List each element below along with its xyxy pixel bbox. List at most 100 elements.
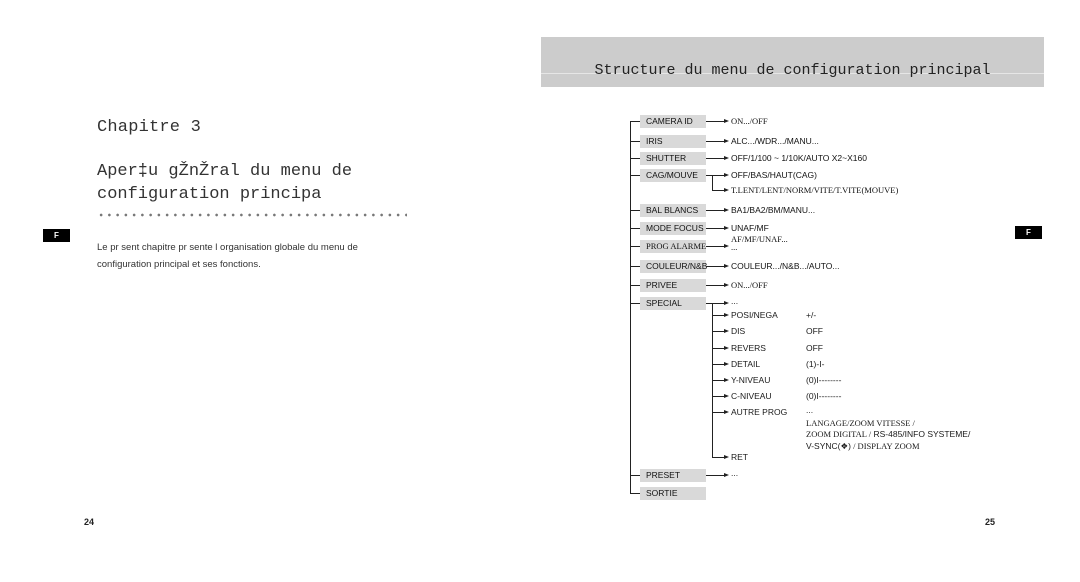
submenu-item-y-niveau: Y-NIVEAU	[731, 375, 771, 385]
menu-value-prog-alarme: AF/MF/UNAF...	[731, 234, 788, 244]
menu-item-couleur-nb: COULEUR/N&B	[640, 260, 707, 273]
arrow-icon	[724, 264, 729, 268]
arrow-icon	[724, 208, 729, 212]
submenu-value-y-niveau: (0)I--------	[806, 375, 842, 385]
autre-prog-details-line3: V-SYNC(❖) / DISPLAY ZOOM	[806, 441, 920, 452]
menu-item-sortie: SORTIE	[640, 487, 706, 500]
autre-prog-line3-part1: V-SYNC(❖)	[806, 441, 851, 451]
chapter-subtitle-line1: Aper‡u gŽnŽral du menu de	[97, 162, 353, 181]
arrow-icon	[724, 455, 729, 459]
submenu-item-autre-prog: AUTRE PROG	[731, 407, 788, 417]
submenu-item-c-niveau: C-NIVEAU	[731, 391, 772, 401]
submenu-item-ret: RET	[731, 452, 748, 462]
menu-item-preset: PRESET	[640, 469, 706, 482]
menu-value-mouve: T.LENT/LENT/NORM/VITE/T.VITE(MOUVE)	[731, 185, 899, 195]
menu-value-cag: OFF/BAS/HAUT(CAG)	[731, 170, 817, 180]
dotted-divider	[97, 212, 407, 218]
connector-line	[706, 475, 726, 476]
connector-line	[706, 303, 726, 304]
arrow-icon	[724, 394, 729, 398]
connector-line	[706, 266, 726, 267]
menu-item-mode-focus: MODE FOCUS	[640, 222, 706, 235]
menu-value-mode-focus: UNAF/MF	[731, 223, 769, 233]
arrow-icon	[724, 301, 729, 305]
section-title: Structure du menu de configuration princ…	[594, 62, 991, 79]
arrow-icon	[724, 378, 729, 382]
arrow-icon	[724, 119, 729, 123]
arrow-icon	[724, 362, 729, 366]
intro-line1: Le pr sent chapitre pr sente l organisat…	[97, 242, 358, 253]
menu-item-iris: IRIS	[640, 135, 706, 148]
branch-line	[630, 121, 640, 122]
autre-prog-line2-part2: RS-485/INFO SYSTEME/	[871, 429, 971, 439]
connector-line	[706, 210, 726, 211]
branch-line	[630, 210, 640, 211]
branch-line	[630, 158, 640, 159]
arrow-icon	[724, 346, 729, 350]
menu-value-iris: ALC.../WDR.../MANU...	[731, 136, 819, 146]
autre-prog-details-line1: LANGAGE/ZOOM VITESSE /	[806, 418, 915, 428]
autre-prog-line3-part2: / DISPLAY ZOOM	[850, 441, 920, 451]
menu-value-special: ...	[731, 296, 739, 306]
submenu-value-dis: OFF	[806, 326, 823, 336]
menu-value-camera-id: ON.../OFF	[731, 116, 768, 126]
menu-item-camera-id: CAMERA ID	[640, 115, 706, 128]
branch-line	[630, 493, 640, 494]
menu-item-bal-blancs: BAL BLANCS	[640, 204, 706, 217]
connector-line	[706, 285, 726, 286]
branch-line	[630, 475, 640, 476]
submenu-value-c-niveau: (0)I--------	[806, 391, 842, 401]
arrow-icon	[724, 139, 729, 143]
connector-line	[706, 141, 726, 142]
arrow-icon	[724, 188, 729, 192]
menu-value-bal-blancs: BA1/BA2/BM/MANU...	[731, 205, 816, 215]
language-tab-right: F	[1015, 226, 1042, 239]
branch-line	[630, 141, 640, 142]
arrow-icon	[724, 226, 729, 230]
menu-value-shutter: OFF/1/100 ~ 1/10K/AUTO X2~X160	[731, 153, 867, 163]
chapter-intro: Le pr sent chapitre pr sente l organisat…	[97, 239, 358, 273]
connector-line	[706, 158, 726, 159]
submenu-value-detail: (1)-I-	[806, 359, 825, 369]
arrow-icon	[724, 313, 729, 317]
chapter-title: Chapitre 3	[97, 118, 202, 137]
submenu-item-dis: DIS	[731, 326, 746, 336]
language-tab-left: F	[43, 229, 70, 242]
submenu-item-posi-nega: POSI/NEGA	[731, 310, 778, 320]
menu-value-couleur-nb: COULEUR.../N&B.../AUTO...	[731, 261, 840, 271]
menu-tree-trunk	[630, 121, 631, 493]
arrow-icon	[724, 410, 729, 414]
menu-value-preset: ...	[731, 468, 739, 478]
page-number-right: 25	[985, 517, 996, 527]
submenu-item-detail: DETAIL	[731, 359, 761, 369]
arrow-icon	[724, 244, 729, 248]
branch-line	[630, 175, 640, 176]
menu-item-cag-mouve: CAG/MOUVE	[640, 169, 706, 182]
arrow-icon	[724, 473, 729, 477]
menu-item-special: SPECIAL	[640, 297, 706, 310]
page-number-left: 24	[84, 517, 95, 527]
intro-line2: configuration principal et ses fonctions…	[97, 259, 261, 270]
menu-value-prog-alarme-more: ...	[731, 242, 738, 252]
arrow-icon	[724, 156, 729, 160]
autre-prog-details-line2: ZOOM DIGITAL / RS-485/INFO SYSTEME/	[806, 429, 970, 440]
branch-line	[630, 285, 640, 286]
submenu-value-revers: OFF	[806, 343, 823, 353]
submenu-value-autre-prog: ...	[806, 405, 814, 415]
branch-line	[630, 246, 640, 247]
chapter-subtitle: Aper‡u gŽnŽral du menu de configuration …	[97, 160, 352, 206]
branch-line	[630, 266, 640, 267]
chapter-subtitle-line2: configuration principa	[97, 185, 322, 204]
menu-value-privee: ON.../OFF	[731, 280, 768, 290]
menu-item-privee: PRIVEE	[640, 279, 706, 292]
branch-line	[630, 228, 640, 229]
arrow-icon	[724, 173, 729, 177]
branch-line	[630, 303, 640, 304]
sub-branch-line	[712, 175, 713, 190]
submenu-item-revers: REVERS	[731, 343, 766, 353]
connector-line	[706, 175, 726, 176]
arrow-icon	[724, 283, 729, 287]
arrow-icon	[724, 329, 729, 333]
connector-line	[706, 121, 726, 122]
menu-item-shutter: SHUTTER	[640, 152, 706, 165]
